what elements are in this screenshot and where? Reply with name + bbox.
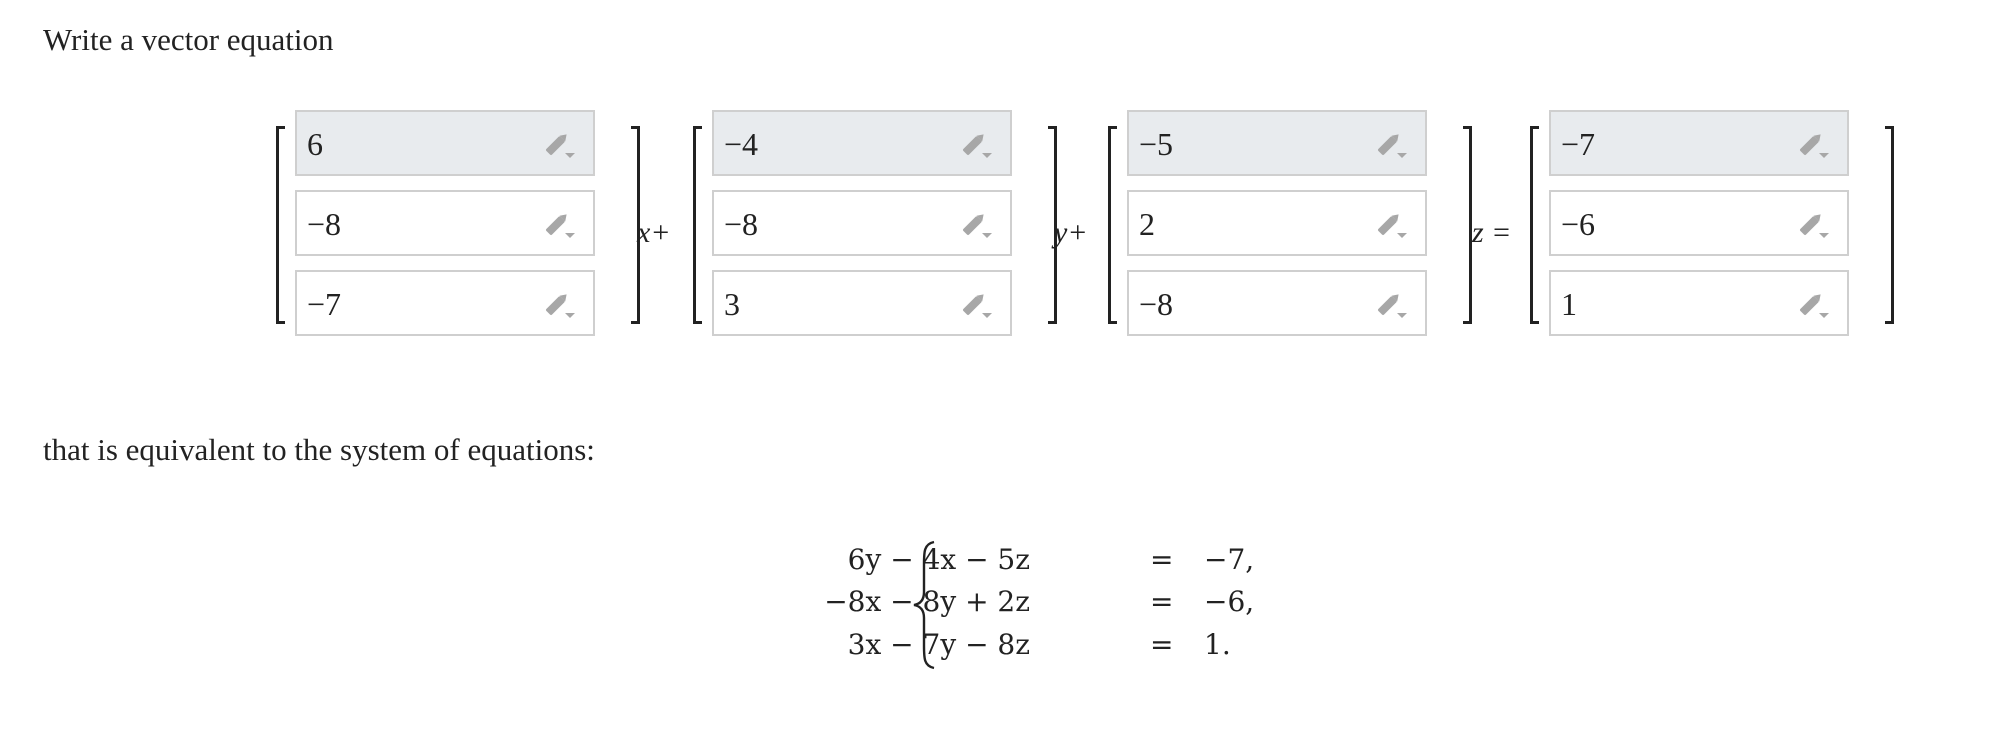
operator-x-plus: x+ <box>637 216 671 249</box>
entry-value: −6 <box>1561 206 1596 242</box>
operator-y-plus: y+ <box>1054 216 1088 249</box>
vector-rhs: −7 −6 1 <box>1530 110 1894 345</box>
system-of-equations: 6y − 4x − 5z = −7, −8x − 8y + 2z = −6, 3… <box>824 540 1272 670</box>
pencil-dropdown-icon[interactable] <box>960 131 994 159</box>
pencil-dropdown-icon[interactable] <box>1375 211 1409 239</box>
left-bracket <box>276 126 285 324</box>
equation-rhs: 1. <box>1204 628 1231 661</box>
entry-value: −8 <box>1139 286 1174 322</box>
entry-value: 1 <box>1561 286 1577 322</box>
entry-value: −4 <box>724 126 759 162</box>
pencil-dropdown-icon[interactable] <box>1797 211 1831 239</box>
equals-sign: = <box>1150 585 1174 618</box>
pencil-dropdown-icon[interactable] <box>543 131 577 159</box>
entry-value: −8 <box>307 206 342 242</box>
equation-lhs: 6y − 4x − 5z <box>847 543 1030 576</box>
vector-1-entry-1-input[interactable]: 6 <box>295 110 595 176</box>
vector-2-entry-2-input[interactable]: −8 <box>712 190 1012 256</box>
entry-value: 6 <box>307 126 323 162</box>
operator-z-equals: z = <box>1472 216 1512 249</box>
entry-value: −5 <box>1139 126 1174 162</box>
entry-value: −7 <box>307 286 342 322</box>
vector-rhs-entry-2-input[interactable]: −6 <box>1549 190 1849 256</box>
vector-1: 6 −8 −7 <box>276 110 640 345</box>
equation-row: 6y − 4x − 5z = −7, <box>848 540 1272 580</box>
left-bracket <box>1108 126 1117 324</box>
entry-value: 3 <box>724 286 740 322</box>
pencil-dropdown-icon[interactable] <box>1797 131 1831 159</box>
vector-1-entry-2-input[interactable]: −8 <box>295 190 595 256</box>
vector-3-entry-1-input[interactable]: −5 <box>1127 110 1427 176</box>
equals-sign: = <box>1150 628 1174 661</box>
entry-value: −8 <box>724 206 759 242</box>
equation-lhs: −8x − 8y + 2z <box>824 585 1030 618</box>
pencil-dropdown-icon[interactable] <box>1797 291 1831 319</box>
vector-2-entry-1-input[interactable]: −4 <box>712 110 1012 176</box>
pencil-dropdown-icon[interactable] <box>1375 291 1409 319</box>
vector-rhs-entry-1-input[interactable]: −7 <box>1549 110 1849 176</box>
vector-3: −5 2 −8 <box>1108 110 1472 345</box>
pencil-dropdown-icon[interactable] <box>543 291 577 319</box>
equation-row: 3x − 7y − 8z = 1. <box>848 625 1272 665</box>
pencil-dropdown-icon[interactable] <box>1375 131 1409 159</box>
vector-3-entry-2-input[interactable]: 2 <box>1127 190 1427 256</box>
pencil-dropdown-icon[interactable] <box>543 211 577 239</box>
right-bracket <box>1885 126 1894 324</box>
vector-equation: 6 −8 −7 x+ −4 −8 3 y+ −5 2 −8 z = −7 −6 … <box>0 110 1996 345</box>
equals-sign: = <box>1150 543 1174 576</box>
equation-rhs: −6, <box>1204 585 1255 618</box>
equation-lhs: 3x − 7y − 8z <box>847 628 1030 661</box>
pencil-dropdown-icon[interactable] <box>960 211 994 239</box>
entry-value: −7 <box>1561 126 1596 162</box>
left-bracket <box>693 126 702 324</box>
vector-2-entry-3-input[interactable]: 3 <box>712 270 1012 336</box>
left-bracket <box>1530 126 1539 324</box>
vector-3-entry-3-input[interactable]: −8 <box>1127 270 1427 336</box>
prompt-intro: Write a vector equation <box>43 22 334 57</box>
entry-value: 2 <box>1139 206 1155 242</box>
equation-row: −8x − 8y + 2z = −6, <box>824 582 1272 622</box>
right-bracket <box>1463 126 1472 324</box>
vector-rhs-entry-3-input[interactable]: 1 <box>1549 270 1849 336</box>
vector-2: −4 −8 3 <box>693 110 1057 345</box>
prompt-followup: that is equivalent to the system of equa… <box>43 432 595 467</box>
pencil-dropdown-icon[interactable] <box>960 291 994 319</box>
equation-rhs: −7, <box>1204 543 1255 576</box>
vector-1-entry-3-input[interactable]: −7 <box>295 270 595 336</box>
